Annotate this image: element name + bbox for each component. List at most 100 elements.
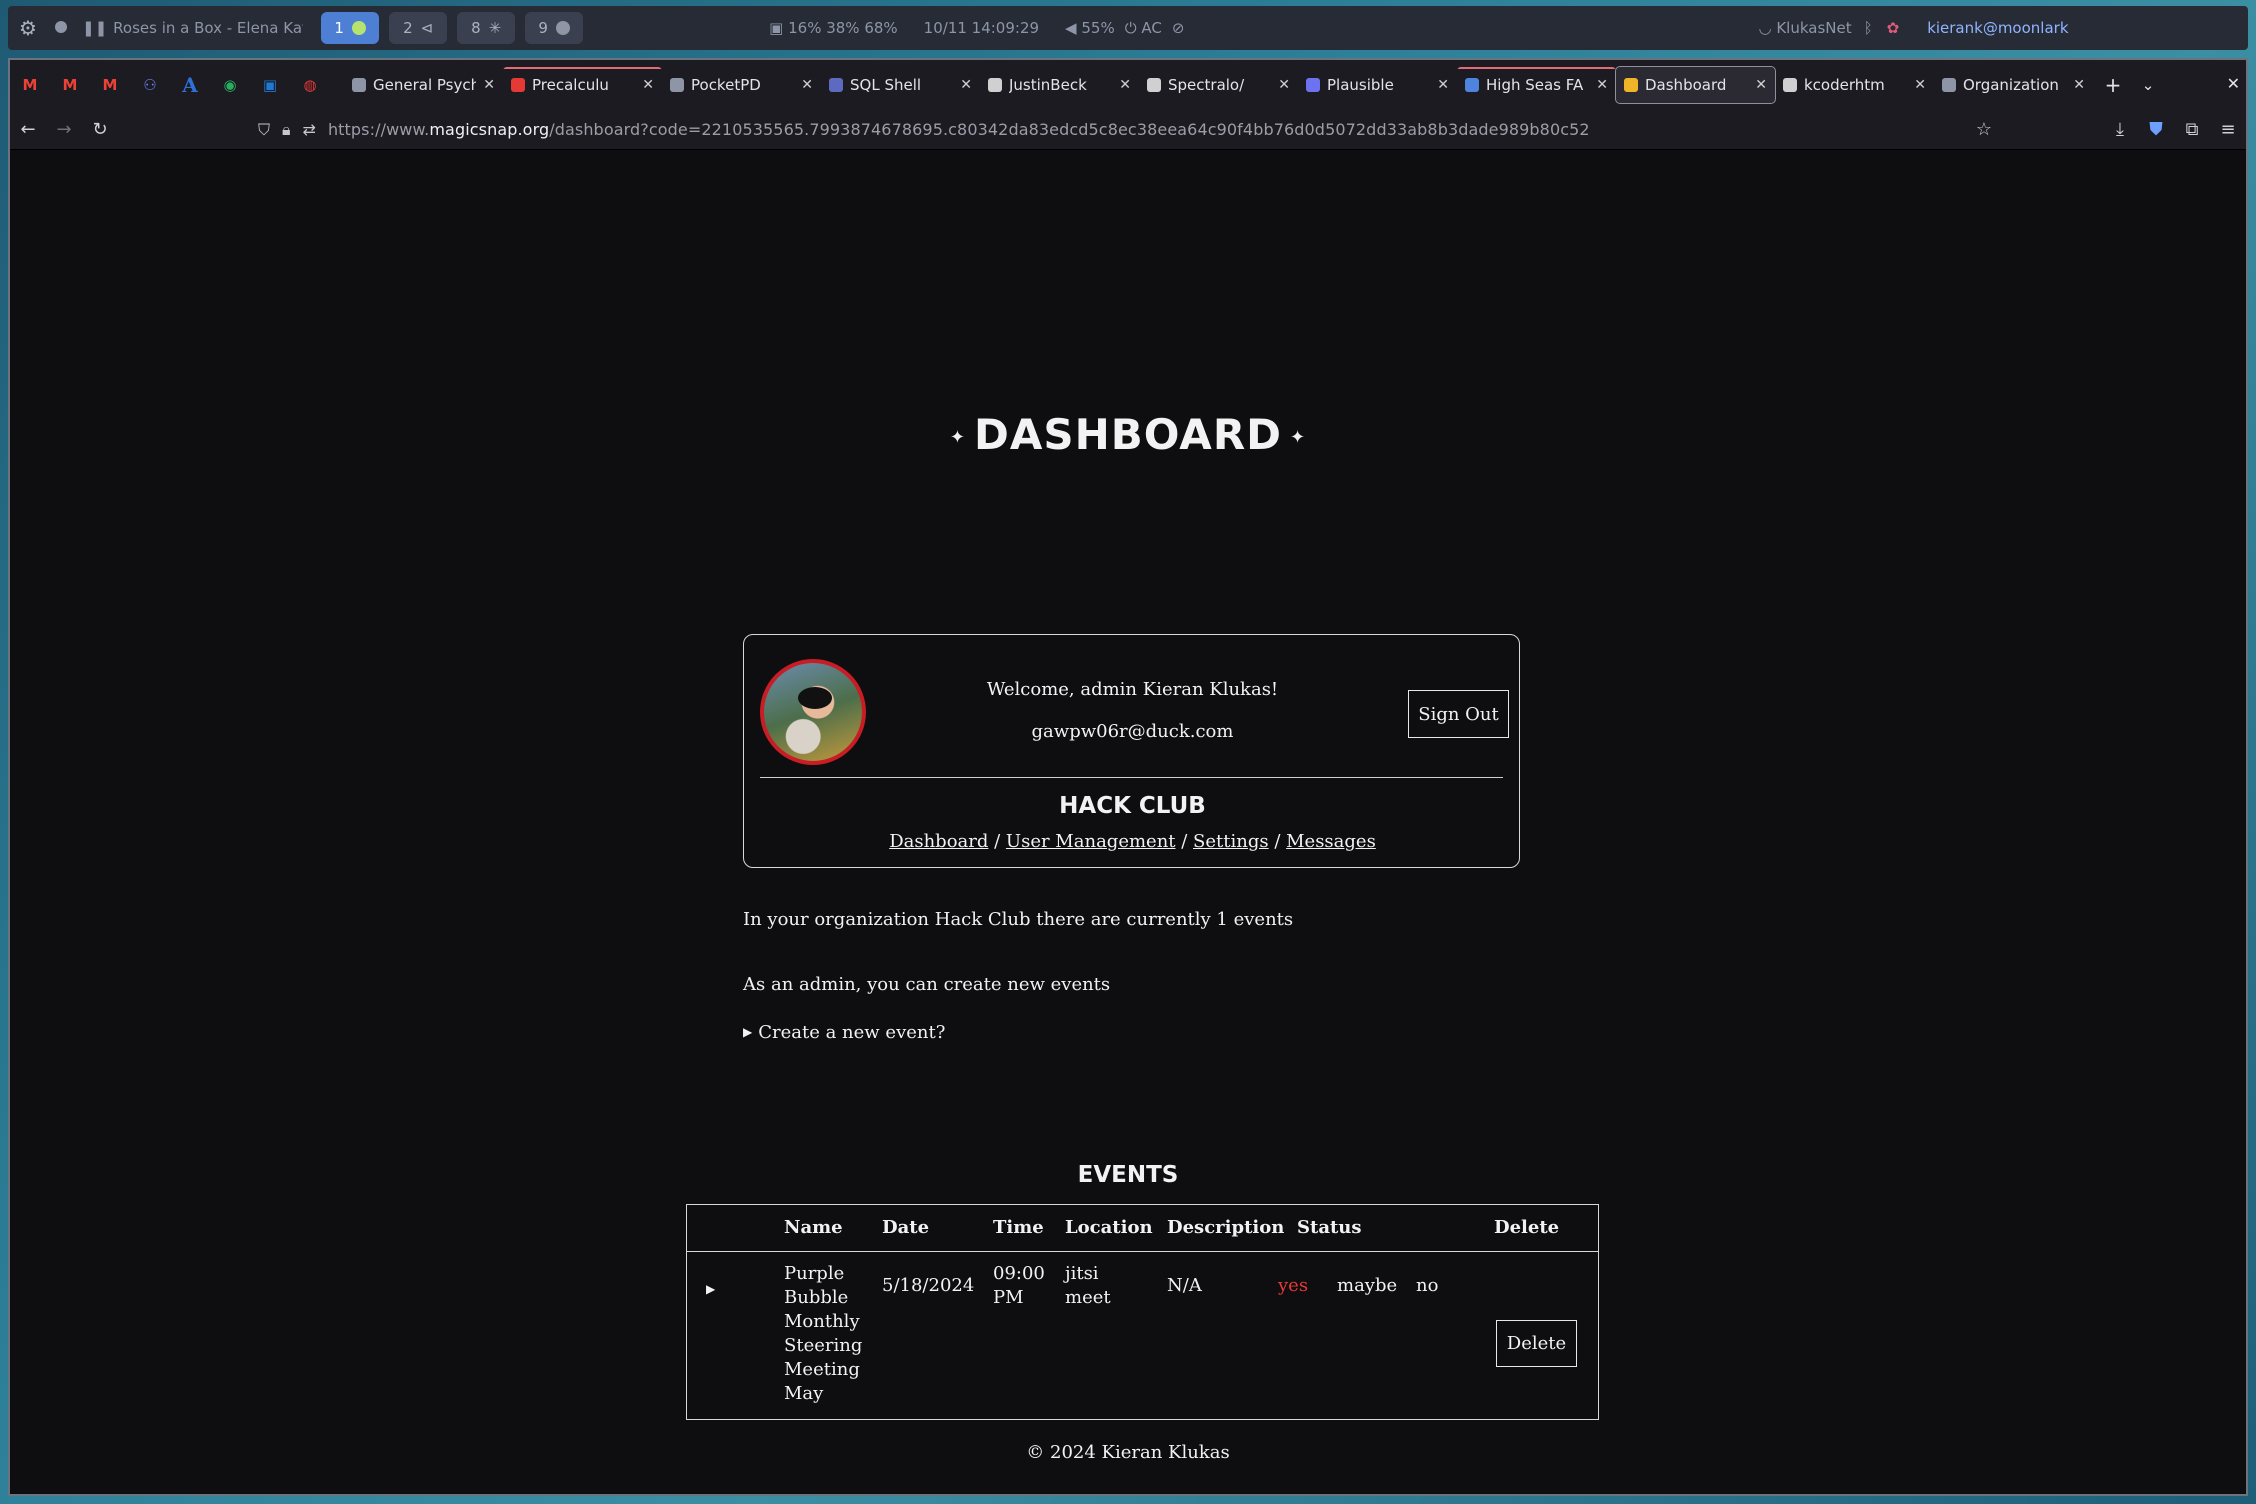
status-no-option[interactable]: no (1416, 1274, 1438, 1298)
plug-icon: ⏻ (1124, 19, 1137, 37)
tabs-list: General Psychol✕Precalculu✕PocketPD✕SQL … (344, 66, 2093, 104)
profile-card: Welcome, admin Kieran Klukas! gawpw06r@d… (743, 634, 1520, 868)
bookmark-star-icon[interactable]: ☆ (1966, 119, 2002, 140)
column-header-status: Status (1297, 1217, 1362, 1238)
tab-close-icon[interactable]: ✕ (1278, 77, 1290, 93)
tab-favicon-icon (352, 78, 366, 92)
pinned-gmail-icon[interactable]: M (50, 60, 90, 110)
welcome-text: Welcome, admin Kieran Klukas! (986, 679, 1279, 700)
pause-icon[interactable]: ❚❚ (82, 19, 107, 37)
tab-spectralo-[interactable]: Spectralo/ ✕ (1139, 67, 1298, 103)
menu-icon[interactable]: ≡ (2210, 119, 2246, 140)
tab-close-icon[interactable]: ✕ (801, 77, 813, 93)
user-email: gawpw06r@duck.com (1031, 721, 1234, 742)
tab-favicon-icon (1942, 78, 1956, 92)
page-content: ✦ DASHBOARD ✦ Welcome, admin Kieran Klukas… (10, 152, 2246, 1494)
media-icon (48, 19, 74, 37)
row-expand-triangle-icon[interactable]: ▶ (706, 1277, 715, 1301)
pinned-teams-icon[interactable]: ⚇ (130, 60, 170, 110)
media-title: Roses in a Box - Elena Kats-Cher... (113, 19, 303, 37)
window-close-icon[interactable]: ✕ (2227, 74, 2240, 93)
sign-out-button[interactable]: Sign Out (1408, 690, 1509, 738)
notification-icon[interactable]: ⊘ (1172, 19, 1185, 37)
shield-icon[interactable]: ⛉ (258, 120, 270, 140)
workspace-2[interactable]: 2 ⊲ (389, 12, 448, 44)
tab-close-icon[interactable]: ✕ (1914, 77, 1926, 93)
tab-general-psychol[interactable]: General Psychol ✕ (344, 67, 503, 103)
nav-link-messages[interactable]: Messages (1286, 831, 1376, 852)
pinned-app-icon[interactable]: ◍ (290, 60, 330, 110)
nav-link-user-management[interactable]: User Management (1006, 831, 1176, 852)
url-bar[interactable]: ⛉ 🔒︎ ⇄ https://www.magicsnap.org/dashboa… (258, 115, 1956, 145)
pinned-leaf-icon[interactable]: ◉ (210, 60, 250, 110)
event-description: N/A (1167, 1275, 1202, 1296)
tab-sql-shell[interactable]: SQL Shell ✕ (821, 67, 980, 103)
status-maybe-option[interactable]: maybe (1337, 1274, 1397, 1298)
url-text[interactable]: https://www.magicsnap.org/dashboard?code… (328, 120, 1590, 139)
permissions-icon[interactable]: ⇄ (303, 120, 316, 139)
tab-kcoderhtm[interactable]: kcoderhtm ✕ (1775, 67, 1934, 103)
tab-close-icon[interactable]: ✕ (2073, 77, 2085, 93)
tab-plausible[interactable]: Plausible ✕ (1298, 67, 1457, 103)
status-yes-option[interactable]: yes (1278, 1274, 1308, 1298)
extensions-icon[interactable]: ⧉ (2174, 119, 2210, 140)
tab-favicon-icon (1624, 78, 1638, 92)
power-indicator: ⏻ AC (1124, 19, 1162, 37)
tab-favicon-icon (988, 78, 1002, 92)
avatar (760, 659, 866, 765)
system-gear-icon[interactable]: ⚙ (8, 16, 48, 40)
workspace-1[interactable]: 1 (321, 12, 380, 44)
tab-precalculu[interactable]: Precalculu ✕ (503, 67, 662, 103)
pinned-outlook-icon[interactable]: ▣ (250, 60, 290, 110)
tray-app-icon[interactable]: ✿ (1887, 19, 1900, 37)
tab-pocketpd[interactable]: PocketPD ✕ (662, 67, 821, 103)
tab-label: Plausible (1327, 76, 1394, 94)
tab-list-chevron-icon[interactable]: ⌄ (2133, 76, 2163, 94)
tab-high-seas-fa[interactable]: High Seas FA ✕ (1457, 67, 1616, 103)
events-count-text: In your organization Hack Club there are… (743, 909, 1294, 930)
tab-close-icon[interactable]: ✕ (1755, 77, 1767, 93)
disclosure-triangle-icon: ▶ (743, 1025, 753, 1039)
nav-link-settings[interactable]: Settings (1193, 831, 1269, 852)
tab-audio-indicator (1457, 67, 1616, 69)
tab-label: High Seas FA (1486, 76, 1584, 94)
tab-label: kcoderhtm (1804, 76, 1885, 94)
lock-icon[interactable]: 🔒︎ (282, 120, 291, 140)
tab-justinbeck[interactable]: JustinBeck ✕ (980, 67, 1139, 103)
reload-icon[interactable]: ↻ (82, 119, 118, 140)
tab-close-icon[interactable]: ✕ (960, 77, 972, 93)
pinned-gmail-icon[interactable]: M (90, 60, 130, 110)
download-icon[interactable]: ⤓ (2102, 119, 2138, 140)
tab-favicon-icon (670, 78, 684, 92)
event-time: 09:00 PM (993, 1263, 1045, 1308)
column-header-date: Date (882, 1217, 930, 1238)
tab-dashboard[interactable]: Dashboard ✕ (1615, 66, 1776, 104)
workspace-8[interactable]: 8 ✳ (457, 12, 516, 44)
pinned-font-icon[interactable]: A (170, 60, 210, 110)
tab-close-icon[interactable]: ✕ (483, 77, 495, 93)
tab-close-icon[interactable]: ✕ (1596, 77, 1608, 93)
tab-close-icon[interactable]: ✕ (642, 77, 654, 93)
back-icon[interactable]: ← (10, 119, 46, 140)
tab-close-icon[interactable]: ✕ (1437, 77, 1449, 93)
network-indicator[interactable]: ◡ KlukasNet (1758, 19, 1851, 37)
tab-organization[interactable]: Organization ✕ (1934, 67, 2093, 103)
column-header-description: Description (1167, 1217, 1285, 1238)
speaker-icon: ◀ (1065, 19, 1077, 37)
tab-close-icon[interactable]: ✕ (1119, 77, 1131, 93)
app-icon (555, 21, 570, 35)
create-event-toggle[interactable]: ▶ Create a new event? (743, 1022, 945, 1043)
new-tab-button[interactable]: + (2093, 73, 2133, 97)
delete-event-button[interactable]: Delete (1496, 1320, 1577, 1367)
pinned-gmail-icon[interactable]: M (10, 60, 50, 110)
nav-link-dashboard[interactable]: Dashboard (889, 831, 988, 852)
bitwarden-icon[interactable]: ⛊ (2138, 119, 2174, 140)
workspace-9[interactable]: 9 (525, 12, 584, 44)
cpu-icon: ▣ (769, 19, 784, 37)
volume-indicator[interactable]: ◀ 55% (1065, 19, 1115, 37)
user-host: kierank@moonlark (1927, 19, 2069, 37)
forward-icon[interactable]: → (46, 119, 82, 140)
system-bar: ⚙ ❚❚ Roses in a Box - Elena Kats-Cher...… (8, 6, 2248, 50)
event-name: Purple Bubble Monthly Steering Meeting M… (784, 1263, 863, 1404)
bluetooth-icon[interactable]: ᛒ (1864, 19, 1873, 37)
